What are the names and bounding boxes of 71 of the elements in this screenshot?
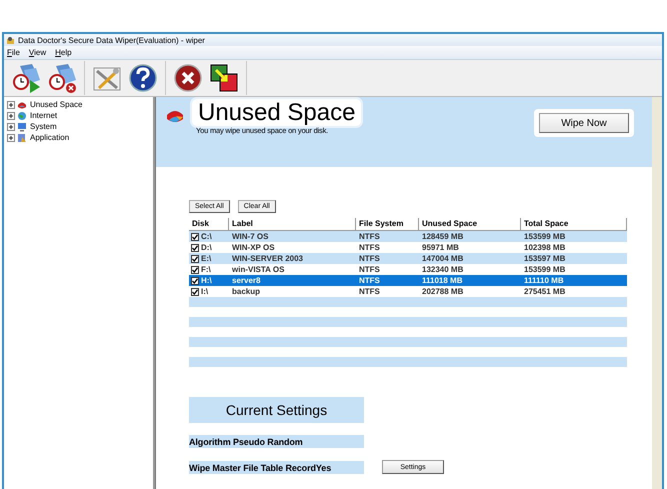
app-icon: [6, 36, 15, 44]
close-icon[interactable]: [172, 62, 204, 94]
expand-toggle[interactable]: [7, 122, 15, 130]
expand-toggle[interactable]: [7, 112, 15, 120]
help-icon[interactable]: [127, 62, 159, 94]
table-cell-text: NTFS: [358, 232, 381, 241]
table-cell: F:\: [201, 265, 211, 274]
table-row[interactable]: D:\ WIN-XP OS NTFS 95971 MB 102398 MB: [189, 242, 627, 253]
table-cell-text: 275451 MB: [523, 287, 566, 296]
tree-item[interactable]: Application: [29, 133, 70, 142]
checkbox[interactable]: [191, 266, 199, 274]
column-header[interactable]: File System: [356, 218, 419, 230]
table-cell-text: WIN-XP OS: [231, 243, 276, 252]
globe-icon: [17, 110, 27, 120]
tree-item[interactable]: Unused Space: [29, 100, 82, 109]
table-cell-text: 153597 MB: [523, 254, 566, 263]
table-cell: D:\: [201, 243, 212, 252]
checkbox[interactable]: [191, 232, 199, 240]
expand-toggle[interactable]: [7, 134, 15, 142]
checkbox[interactable]: [191, 244, 199, 252]
column-header[interactable]: Disk: [189, 218, 229, 230]
table-cell-text: NTFS: [358, 265, 381, 274]
table-cell-text: WIN-7 OS: [231, 232, 270, 241]
wipe-now-button[interactable]: Wipe Now: [539, 113, 629, 133]
page-title: Unused Space: [192, 99, 362, 126]
column-header[interactable]: Label: [229, 218, 356, 230]
settings-heading: Current Settings: [189, 397, 364, 423]
tree-item[interactable]: Internet: [29, 111, 58, 120]
menu-item[interactable]: View: [28, 48, 46, 57]
table-cell-text: 95971 MB: [421, 243, 460, 252]
table-row[interactable]: F:\ win-VISTA OS NTFS 132340 MB 153599 MB: [189, 264, 627, 275]
table-cell-text: 111018 MB: [421, 276, 464, 285]
table-cell-text: 153599 MB: [523, 232, 566, 241]
column-header[interactable]: Unused Space: [419, 218, 521, 230]
table-cell: I:\: [201, 287, 208, 296]
table-cell-text: 111110 MB: [523, 276, 565, 285]
table-cell-text: 147004 MB: [421, 254, 464, 263]
checkbox[interactable]: [191, 276, 199, 284]
squares-arrow-icon[interactable]: [208, 62, 240, 94]
column-header[interactable]: Total Space: [521, 218, 627, 230]
table-cell-text: backup: [231, 287, 262, 296]
clock-folder-play-icon[interactable]: [10, 62, 42, 94]
menu-item[interactable]: File: [7, 48, 20, 57]
table-row[interactable]: I:\ backup NTFS 202788 MB 275451 MB: [189, 286, 627, 297]
table-cell-text: NTFS: [358, 276, 381, 285]
table-cell-text: win-VISTA OS: [231, 265, 286, 274]
table-cell-text: WIN-SERVER 2003: [231, 254, 304, 263]
table-cell-text: 153599 MB: [523, 265, 566, 274]
table-row[interactable]: C:\ WIN-7 OS NTFS 128459 MB 153599 MB: [189, 231, 627, 242]
application-icon: [17, 132, 27, 142]
table-cell-text: NTFS: [358, 287, 381, 296]
table-cell: E:\: [201, 254, 212, 263]
table-cell-text: NTFS: [358, 243, 381, 252]
clock-folder-cross-icon[interactable]: [46, 62, 78, 94]
table-cell: C:\: [201, 232, 212, 241]
tree-item[interactable]: System: [29, 122, 57, 131]
window-title: Data Doctor's Secure Data Wiper(Evaluation) - wiper: [18, 36, 205, 44]
table-cell-text: 128459 MB: [421, 232, 464, 241]
table-cell-text: 202788 MB: [421, 287, 464, 296]
checkbox[interactable]: [191, 288, 199, 296]
checkbox[interactable]: [191, 254, 199, 262]
table-cell-text: NTFS: [358, 254, 381, 263]
table-row[interactable]: E:\ WIN-SERVER 2003 NTFS 147004 MB 153597 MB: [189, 253, 627, 264]
table-cell-text: server8: [231, 276, 262, 285]
table-cell-text: 102398 MB: [523, 243, 566, 252]
table-cell: H:\: [201, 276, 212, 285]
computer-icon: [17, 122, 27, 132]
table-cell-text: 132340 MB: [421, 265, 464, 274]
table-row[interactable]: H:\ server8 NTFS 111018 MB 111110 MB: [189, 275, 627, 286]
expand-toggle[interactable]: [7, 100, 15, 108]
menu-item[interactable]: Help: [55, 48, 72, 57]
